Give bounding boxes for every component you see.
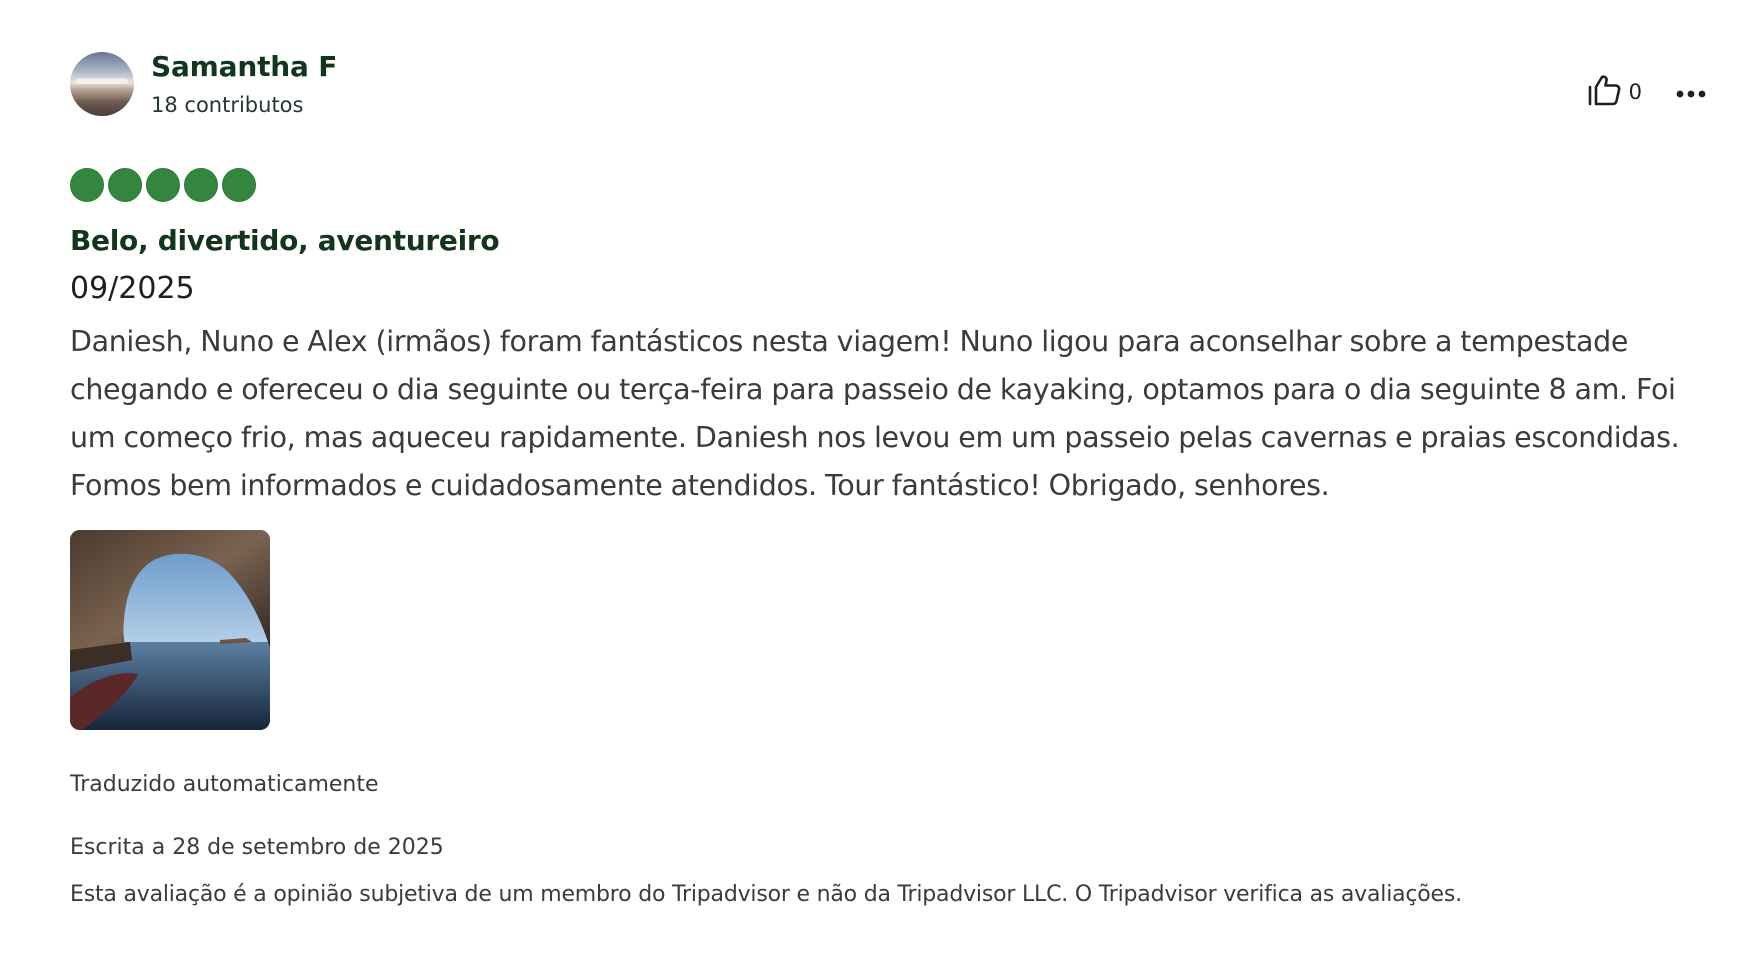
rating-bubble-icon (70, 168, 104, 202)
review-title[interactable]: Belo, divertido, aventureiro (70, 224, 1710, 257)
user-name[interactable]: Samantha F (151, 50, 337, 83)
rating-bubble-icon (184, 168, 218, 202)
more-options-button[interactable] (1672, 79, 1710, 106)
user-avatar[interactable] (70, 52, 134, 116)
review-disclaimer: Esta avaliação é a opinião subjetiva de … (70, 882, 1462, 907)
sea-cave-photo (70, 530, 270, 730)
rating-bubble-icon (108, 168, 142, 202)
user-contributions: 18 contributos (151, 93, 304, 117)
like-count: 0 (1628, 80, 1642, 104)
rating-bubbles (70, 168, 1710, 202)
rating-bubble-icon (146, 168, 180, 202)
review-header: Samantha F 18 contributos 0 (70, 50, 1710, 122)
written-date: Escrita a 28 de setembro de 2025 (70, 835, 444, 860)
review-card: Samantha F 18 contributos 0 Belo, divert… (70, 50, 1710, 907)
visit-date: 09/2025 (70, 271, 195, 306)
auto-translated-note: Traduzido automaticamente (70, 772, 379, 797)
thumbs-up-icon (1587, 74, 1621, 110)
review-actions: 0 (1587, 72, 1710, 112)
review-text: Daniesh, Nuno e Alex (irmãos) foram fant… (70, 325, 1680, 502)
rating-bubble-icon (222, 168, 256, 202)
more-horizontal-icon (1676, 83, 1706, 102)
helpful-vote-button[interactable]: 0 (1587, 74, 1642, 110)
review-photo[interactable] (70, 530, 270, 730)
